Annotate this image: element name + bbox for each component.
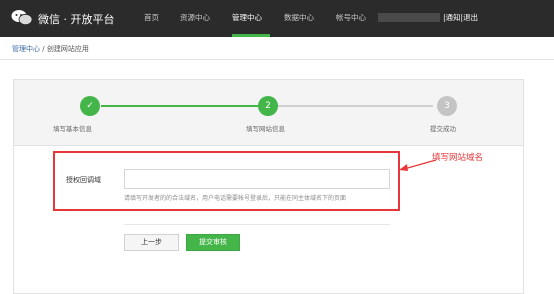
- breadcrumb-current: 创建网站应用: [46, 45, 89, 53]
- account-name-redacted: [378, 13, 440, 22]
- logout-link[interactable]: 退出: [463, 13, 478, 22]
- step-2-circle: 2: [258, 96, 278, 116]
- previous-step-button[interactable]: 上一步: [124, 234, 179, 251]
- top-navigation-bar: 微信 · 开放平台 首页 资源中心 管理中心 数据中心 帐号中心 |通知|退出: [0, 0, 554, 37]
- nav-resources[interactable]: 资源中心: [180, 12, 210, 23]
- nav-account[interactable]: 帐号中心: [336, 12, 366, 23]
- form-divider: [124, 224, 390, 225]
- nav-home[interactable]: 首页: [144, 12, 159, 23]
- notify-link[interactable]: 通知: [446, 13, 461, 22]
- annotation-text: 填写网站域名: [432, 153, 484, 163]
- breadcrumb-parent[interactable]: 管理中心: [12, 45, 40, 53]
- progress-steps: ✓ 填写基本信息 2 填写网站信息 3 提交成功: [14, 80, 523, 146]
- wechat-logo-icon: [11, 10, 33, 26]
- breadcrumb: 管理中心 / 创建网站应用: [12, 44, 89, 54]
- active-nav-indicator: [232, 34, 270, 37]
- submit-review-button[interactable]: 提交审核: [186, 234, 240, 251]
- step-1-label: 填写基本信息: [53, 125, 92, 133]
- callback-domain-input[interactable]: [124, 169, 390, 189]
- breadcrumb-separator: /: [42, 45, 45, 53]
- divider: [0, 59, 554, 60]
- brand-title[interactable]: 微信 · 开放平台: [38, 11, 115, 27]
- step-3-label: 提交成功: [430, 125, 456, 133]
- step-1-check-icon: ✓: [80, 96, 100, 116]
- nav-management[interactable]: 管理中心: [232, 12, 262, 23]
- callback-domain-hint: 请填写开发者的的合法域名，用户电话需要帐号登录后，只能在同主体域名下的页面: [124, 195, 347, 202]
- step-connector-done: [101, 105, 259, 107]
- step-2-label: 填写网站信息: [246, 125, 285, 133]
- nav-data[interactable]: 数据中心: [284, 12, 314, 23]
- step-connector-todo: [277, 105, 433, 107]
- header-links: |通知|退出: [443, 12, 478, 23]
- step-3-circle: 3: [437, 96, 457, 116]
- callback-domain-label: 授权回调域: [66, 176, 101, 184]
